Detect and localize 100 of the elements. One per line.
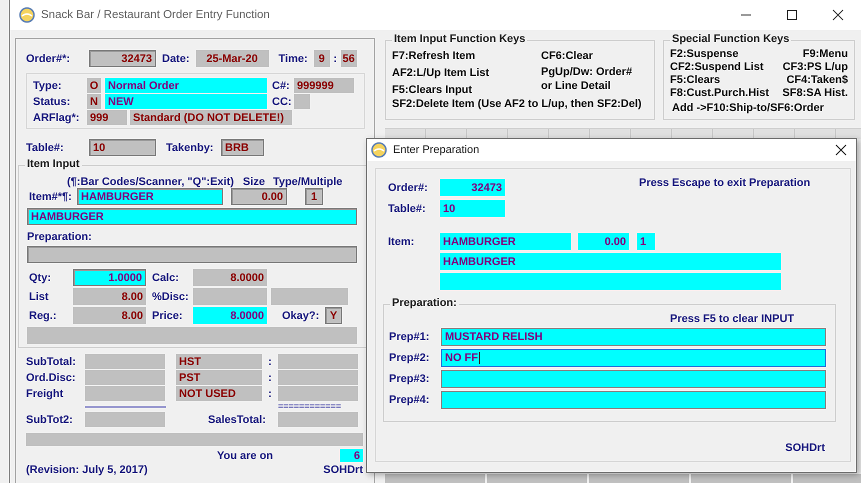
cc-label: CC:	[272, 96, 293, 108]
function-key-text: F2:Suspense	[670, 48, 738, 61]
arflag-name-field[interactable]: Standard (DO NOT DELETE!)	[130, 110, 292, 125]
preparation-label: Preparation:	[27, 231, 93, 243]
item-label: Item:	[388, 236, 416, 248]
colon-label: :	[267, 356, 273, 368]
type-field[interactable]: 1	[305, 188, 323, 205]
hour-field[interactable]: 9	[314, 50, 330, 67]
function-key-text: F5:Clears Input	[392, 83, 474, 97]
dialog-title: Enter Preparation	[393, 144, 480, 156]
extra-description-field[interactable]	[440, 273, 781, 290]
function-key-text: F8:Cust.Purch.Hist	[670, 87, 770, 100]
colon-label: :	[267, 372, 273, 384]
prep-field[interactable]	[441, 370, 826, 388]
function-key-text: F9:Menu	[802, 48, 848, 61]
preparation-legend: Preparation:	[390, 297, 459, 309]
status-name-field[interactable]: NEW	[105, 94, 267, 109]
item-label: Item#*¶:	[29, 190, 73, 202]
qty-label: Qty:	[29, 272, 52, 284]
arflag-label: ARFlag*:	[33, 112, 80, 124]
calc-label: Calc:	[152, 272, 180, 284]
minute-field[interactable]: 56	[340, 50, 357, 67]
order-discount-label: Ord.Disc:	[26, 372, 77, 384]
close-icon[interactable]	[835, 144, 847, 156]
qty-field[interactable]: 1.0000	[73, 269, 146, 286]
function-key-text: SF2:Delete Item (Use AF2 to L/up, then SF2:Del)	[392, 97, 643, 111]
prep-field[interactable]: MUSTARD RELISH	[441, 328, 826, 346]
subtot2-field[interactable]	[85, 412, 165, 427]
arflag-field[interactable]: 999	[87, 110, 127, 125]
function-key-text: CF3:PS L/up	[782, 61, 848, 74]
amount-field[interactable]	[85, 354, 165, 369]
customer-number-field[interactable]: 999999	[294, 78, 354, 93]
tax-amount-field[interactable]	[278, 370, 358, 385]
function-key-text: SF8:SA Hist.	[782, 87, 848, 100]
description-field[interactable]: HAMBURGER	[27, 208, 357, 225]
function-key-text: CF2:Suspend List	[670, 61, 764, 74]
colon-label: :	[267, 388, 273, 400]
function-key-text: CF6:Clear	[541, 49, 594, 63]
prep-label: Prep#2:	[389, 352, 430, 364]
discount-field[interactable]	[193, 288, 267, 305]
size-field[interactable]: 0.00	[231, 188, 287, 205]
prep-label: Prep#4:	[389, 394, 430, 406]
type-code-field[interactable]: O	[87, 78, 101, 93]
time-label: Time:	[278, 52, 308, 64]
list-field[interactable]: 8.00	[73, 288, 146, 305]
size-field[interactable]: 0.00	[578, 233, 629, 250]
tax-amount-field[interactable]	[278, 386, 358, 401]
app-icon	[19, 7, 35, 23]
subtot2-label: SubTot2:	[26, 414, 74, 426]
type-multiple-label: Type/Multiple	[272, 176, 342, 188]
order-field[interactable]: 32473	[440, 179, 505, 196]
discount-amount-field[interactable]	[271, 288, 348, 305]
status-code-field[interactable]: N	[87, 94, 101, 109]
amount-field[interactable]	[85, 386, 165, 401]
line-number-field: 6	[340, 449, 363, 462]
function-key-text: Add ->F10:Ship-to/SF6:Order	[672, 101, 825, 115]
form-id-text: SOHDrt	[323, 464, 363, 476]
list-label: List	[29, 290, 50, 302]
price-field[interactable]: 8.0000	[193, 307, 267, 324]
time-separator: :	[332, 52, 338, 64]
prep-label: Prep#1:	[389, 331, 430, 343]
calc-field[interactable]: 8.0000	[193, 269, 267, 286]
order-number-field[interactable]: 32473	[89, 50, 156, 67]
prep-label: Prep#3:	[389, 373, 430, 385]
tax-name-field: HST	[176, 354, 262, 369]
item-field[interactable]: HAMBURGER	[77, 188, 223, 205]
cc-field[interactable]	[294, 94, 310, 109]
date-label: Date:	[162, 52, 190, 64]
form-id-text: SOHDrt	[784, 442, 825, 454]
prep-field[interactable]	[441, 391, 826, 409]
item-field[interactable]: HAMBURGER	[440, 233, 571, 250]
order-label: Order#*:	[26, 52, 72, 64]
reg-field[interactable]: 8.00	[73, 307, 146, 324]
preparation-field[interactable]	[27, 246, 357, 263]
okay-field[interactable]: Y	[325, 307, 342, 324]
freight-label: Freight	[26, 388, 64, 400]
prep-field[interactable]: NO FF	[441, 349, 826, 367]
double-underline: ============	[278, 402, 342, 411]
item-hint: (¶:Bar Codes/Scanner, "Q":Exit)	[67, 176, 234, 188]
tax-name-field: NOT USED	[176, 386, 262, 401]
date-field[interactable]: 25-Mar-20	[196, 50, 269, 67]
item-input-legend: Item Input	[25, 158, 82, 170]
sales-total-field[interactable]	[278, 412, 358, 427]
takenby-label: Takenby:	[166, 142, 214, 154]
description-field[interactable]: HAMBURGER	[440, 253, 781, 270]
escape-hint: Press Escape to exit Preparation	[639, 177, 810, 189]
type-field[interactable]: 1	[637, 233, 655, 250]
size-label: Size	[242, 176, 265, 188]
table-label: Table#:	[26, 142, 65, 154]
reg-label: Reg.:	[29, 310, 58, 322]
tax-amount-field[interactable]	[278, 354, 358, 369]
table-field[interactable]: 10	[440, 200, 505, 217]
function-key-text: CF4:Taken$	[786, 74, 848, 87]
function-key-text: PgUp/Dw: Order# or Line Detail	[541, 65, 634, 93]
takenby-field[interactable]: BRB	[221, 139, 264, 156]
clear-hint: Press F5 to clear INPUT	[670, 313, 796, 325]
type-name-field[interactable]: Normal Order	[105, 78, 267, 93]
function-key-text: F5:Clears	[670, 74, 720, 87]
amount-field[interactable]	[85, 370, 165, 385]
table-field[interactable]: 10	[89, 139, 156, 156]
